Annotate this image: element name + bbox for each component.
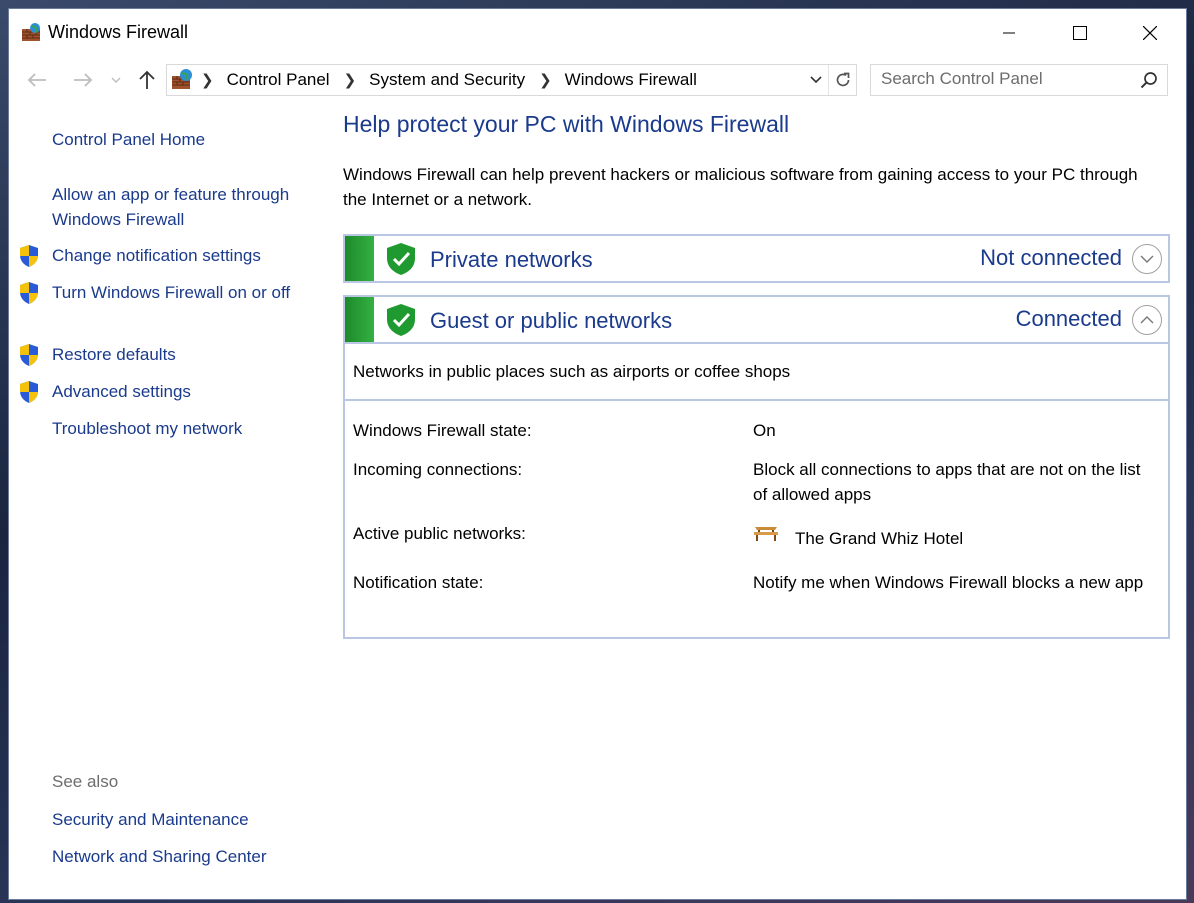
chevron-right-icon[interactable]: ❯ xyxy=(539,71,552,89)
security-maintenance-link[interactable]: Security and Maintenance xyxy=(52,807,297,832)
uac-shield-icon xyxy=(20,381,38,403)
maximize-button[interactable] xyxy=(1045,9,1115,57)
private-networks-header[interactable]: Private networks Not connected xyxy=(345,236,1168,281)
up-button[interactable] xyxy=(134,64,160,96)
private-networks-panel: Private networks Not connected xyxy=(343,234,1170,283)
refresh-button[interactable] xyxy=(828,65,857,95)
public-networks-description: Networks in public places such as airpor… xyxy=(345,342,1168,399)
public-networks-details: Windows Firewall state: On Incoming conn… xyxy=(345,399,1168,637)
search-input[interactable] xyxy=(871,65,1131,93)
control-panel-home-link[interactable]: Control Panel Home xyxy=(52,127,297,152)
breadcrumb-system-and-security[interactable]: System and Security xyxy=(369,70,525,90)
public-networks-header[interactable]: Guest or public networks Connected xyxy=(345,297,1168,342)
advanced-settings-link[interactable]: Advanced settings xyxy=(52,379,297,404)
active-networks-label: Active public networks: xyxy=(353,524,526,543)
restore-defaults-link[interactable]: Restore defaults xyxy=(52,342,297,367)
chevron-down-icon xyxy=(1140,255,1154,263)
chevron-right-icon[interactable]: ❯ xyxy=(344,71,357,89)
forward-button[interactable] xyxy=(69,64,97,96)
uac-shield-icon xyxy=(20,282,38,304)
private-networks-title: Private networks xyxy=(430,247,593,272)
uac-shield-icon xyxy=(20,344,38,366)
search-icon xyxy=(1140,72,1157,89)
search-box[interactable] xyxy=(870,64,1168,96)
close-button[interactable] xyxy=(1115,9,1185,57)
notification-state-value: Notify me when Windows Firewall blocks a… xyxy=(753,573,1144,592)
intro-text: Windows Firewall can help prevent hacker… xyxy=(343,165,1138,209)
breadcrumb-windows-firewall[interactable]: Windows Firewall xyxy=(565,70,697,90)
public-network-bench-icon xyxy=(754,527,778,541)
chevron-right-icon: ❯ xyxy=(201,72,214,89)
task-pane: Control Panel Home Allow an app or featu… xyxy=(9,109,329,899)
status-bar xyxy=(345,297,374,342)
arrow-up-icon xyxy=(139,70,155,89)
uac-shield-icon xyxy=(20,245,38,267)
change-notification-settings-link[interactable]: Change notification settings xyxy=(52,243,297,268)
network-sharing-center-link[interactable]: Network and Sharing Center xyxy=(52,844,297,869)
allow-app-link[interactable]: Allow an app or feature through Windows … xyxy=(52,182,297,232)
see-also-heading: See also xyxy=(52,772,119,791)
collapse-button[interactable] xyxy=(1132,305,1162,335)
recent-locations-button[interactable] xyxy=(109,64,123,96)
chevron-down-icon xyxy=(111,77,121,83)
firewall-app-icon xyxy=(21,22,41,42)
address-bar[interactable]: ❯ Control Panel ❯ System and Security ❯ … xyxy=(166,64,857,96)
status-bar xyxy=(345,236,374,281)
shield-check-icon xyxy=(387,304,415,336)
close-icon xyxy=(1143,26,1157,40)
breadcrumb: ❯ Control Panel ❯ System and Security ❯ … xyxy=(201,65,711,95)
incoming-connections-value: Block all connections to apps that are n… xyxy=(753,460,1141,504)
description-text: Networks in public places such as airpor… xyxy=(353,362,791,381)
back-button[interactable] xyxy=(23,64,51,96)
navigation-bar: ❯ Control Panel ❯ System and Security ❯ … xyxy=(9,64,1186,96)
notification-state-label: Notification state: xyxy=(353,573,484,592)
window-title: Windows Firewall xyxy=(48,22,189,42)
active-network-name: The Grand Whiz Hotel xyxy=(795,529,964,548)
turn-firewall-on-off-link[interactable]: Turn Windows Firewall on or off xyxy=(52,280,297,305)
control-panel-icon xyxy=(171,68,193,90)
troubleshoot-network-link[interactable]: Troubleshoot my network xyxy=(52,416,297,441)
title-bar: Windows Firewall xyxy=(9,9,1186,57)
public-networks-title: Guest or public networks xyxy=(430,308,673,333)
maximize-icon xyxy=(1073,26,1087,40)
minimize-button[interactable] xyxy=(974,9,1044,57)
public-networks-panel: Guest or public networks Connected Netwo… xyxy=(343,295,1170,639)
address-history-button[interactable] xyxy=(806,65,826,95)
breadcrumb-control-panel[interactable]: Control Panel xyxy=(227,70,330,90)
shield-check-icon xyxy=(387,243,415,275)
minimize-icon xyxy=(1003,32,1015,34)
incoming-connections-label: Incoming connections: xyxy=(353,460,523,479)
chevron-up-icon xyxy=(1140,316,1154,324)
arrow-left-icon xyxy=(27,73,46,87)
refresh-icon xyxy=(836,72,850,87)
arrow-right-icon xyxy=(74,73,93,87)
private-networks-status: Not connected xyxy=(980,245,1122,270)
chevron-down-icon xyxy=(810,76,822,84)
firewall-state-value: On xyxy=(753,421,776,440)
search-button[interactable] xyxy=(1137,68,1161,92)
firewall-state-label: Windows Firewall state: xyxy=(353,421,532,440)
public-networks-status: Connected xyxy=(1015,306,1122,331)
expand-button[interactable] xyxy=(1132,244,1162,274)
firewall-window: Windows Firewall ❯ Control Panel ❯ Syste… xyxy=(9,9,1186,899)
page-title: Help protect your PC with Windows Firewa… xyxy=(343,111,790,137)
